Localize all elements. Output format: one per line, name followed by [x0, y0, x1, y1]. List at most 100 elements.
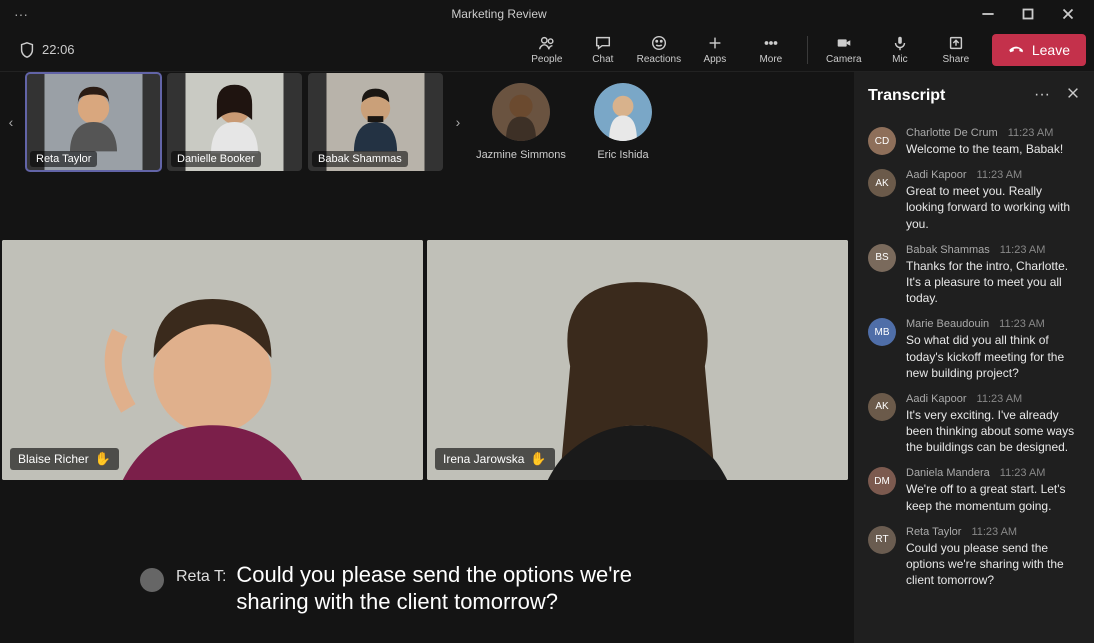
hand-raised-icon: ✋	[530, 451, 546, 467]
entry-speaker: Marie Beaudouin	[906, 318, 989, 330]
entry-text: So what did you all think of today's kic…	[906, 332, 1080, 381]
share-button[interactable]: Share	[928, 28, 984, 72]
entry-avatar-icon: BS	[868, 244, 896, 272]
ribbon-next-button[interactable]: ›	[449, 73, 467, 171]
toolbar-separator	[807, 36, 808, 64]
transcript-entry: CD Charlotte De Crum 11:23 AM Welcome to th…	[864, 121, 1084, 163]
chat-label: Chat	[592, 54, 613, 65]
caption-speaker: Reta T:	[176, 562, 226, 586]
avatar-icon	[492, 83, 550, 141]
caption-text: Could you please send the options we're …	[236, 562, 710, 615]
mic-button[interactable]: Mic	[872, 28, 928, 72]
participant-name: Reta Taylor	[30, 151, 97, 167]
reactions-icon	[650, 34, 668, 52]
more-button[interactable]: More	[743, 28, 799, 72]
transcript-close-button[interactable]	[1066, 86, 1080, 105]
entry-avatar-icon: AK	[868, 169, 896, 197]
participant-name: Blaise Richer	[18, 452, 89, 466]
camera-icon	[835, 34, 853, 52]
meeting-toolbar: 22:06 People Chat Reactions Apps More Ca…	[0, 28, 1094, 72]
entry-time: 11:23 AM	[1000, 467, 1046, 479]
ribbon-prev-button[interactable]: ‹	[2, 73, 20, 171]
leave-button[interactable]: Leave	[992, 34, 1086, 66]
apps-label: Apps	[703, 54, 726, 65]
share-label: Share	[943, 54, 970, 65]
apps-button[interactable]: Apps	[687, 28, 743, 72]
people-icon	[538, 34, 556, 52]
video-feed	[2, 240, 423, 480]
entry-speaker: Aadi Kapoor	[906, 169, 967, 181]
participant-name: Jazmine Simmons	[476, 149, 566, 161]
more-label: More	[759, 54, 782, 65]
entry-time: 11:23 AM	[1008, 127, 1054, 139]
entry-speaker: Daniela Mandera	[906, 467, 990, 479]
transcript-panel: Transcript ··· CD Charlotte De Crum 11:23 …	[854, 72, 1094, 643]
reactions-button[interactable]: Reactions	[631, 28, 687, 72]
chat-button[interactable]: Chat	[575, 28, 631, 72]
title-bar: ··· Marketing Review	[0, 0, 1094, 28]
participant-name: Irena Jarowska	[443, 452, 524, 466]
transcript-more-button[interactable]: ···	[1034, 86, 1050, 105]
maximize-button[interactable]	[1010, 2, 1046, 26]
participant-name: Babak Shammas	[312, 151, 408, 167]
leave-label: Leave	[1032, 42, 1070, 58]
entry-time: 11:23 AM	[977, 393, 1023, 405]
entry-text: Could you please send the options we're …	[906, 540, 1080, 589]
transcript-entry: AKAadi Kapoor11:23 AMGreat to meet you. …	[864, 163, 1084, 238]
meeting-timer: 22:06	[8, 41, 75, 59]
avatar-tile[interactable]: Jazmine Simmons	[473, 83, 569, 161]
participant-tile[interactable]: Danielle Booker	[167, 73, 302, 171]
apps-icon	[706, 34, 724, 52]
app-dots[interactable]: ···	[14, 6, 28, 22]
shield-icon	[18, 41, 36, 59]
live-caption: Reta T: Could you please send the option…	[0, 562, 850, 633]
main-stage: Blaise Richer ✋ Irena Jarowska ✋	[0, 240, 850, 480]
avatar-tile[interactable]: Eric Ishida	[575, 83, 671, 161]
camera-button[interactable]: Camera	[816, 28, 872, 72]
caption-avatar-icon	[140, 568, 164, 592]
transcript-entry: AK Aadi Kapoor 11:23 AM It's very exciting.…	[864, 387, 1084, 462]
more-icon	[762, 34, 780, 52]
minimize-button[interactable]	[970, 2, 1006, 26]
transcript-entry: DM Daniela Mandera 11:23 AM We're off to a …	[864, 461, 1084, 519]
avatar-icon	[594, 83, 652, 141]
transcript-entry: RTReta Taylor11:23 AMCould you please se…	[864, 520, 1084, 595]
reactions-label: Reactions	[637, 54, 681, 65]
video-label: Blaise Richer ✋	[10, 448, 119, 470]
participant-name: Danielle Booker	[171, 151, 261, 167]
participant-tile[interactable]: Reta Taylor	[26, 73, 161, 171]
transcript-entry: MB Marie Beaudouin 11:23 AM So what did you…	[864, 312, 1084, 387]
close-button[interactable]	[1050, 2, 1086, 26]
window-controls	[970, 2, 1086, 26]
timer-text: 22:06	[42, 42, 75, 57]
entry-time: 11:23 AM	[999, 318, 1045, 330]
entry-avatar-icon: RT	[868, 526, 896, 554]
entry-text: Thanks for the intro, Charlotte. It's a …	[906, 258, 1080, 307]
entry-text: It's very exciting. I've already been th…	[906, 407, 1080, 456]
hand-raised-icon: ✋	[95, 451, 111, 467]
entry-time: 11:23 AM	[1000, 244, 1046, 256]
entry-text: Welcome to the team, Babak!	[906, 141, 1080, 157]
entry-avatar-icon: CD	[868, 127, 896, 155]
entry-speaker: Charlotte De Crum	[906, 127, 998, 139]
people-label: People	[531, 54, 562, 65]
entry-speaker: Babak Shammas	[906, 244, 990, 256]
entry-time: 11:23 AM	[971, 526, 1017, 538]
title-left: ···	[8, 6, 28, 22]
entry-avatar-icon: MB	[868, 318, 896, 346]
entry-text: We're off to a great start. Let's keep t…	[906, 481, 1080, 513]
transcript-body[interactable]: CD Charlotte De Crum 11:23 AM Welcome to th…	[854, 115, 1094, 643]
transcript-title: Transcript	[868, 87, 945, 105]
mic-icon	[891, 34, 909, 52]
close-icon	[1066, 86, 1080, 100]
participant-tile[interactable]: Babak Shammas	[308, 73, 443, 171]
transcript-header: Transcript ···	[854, 72, 1094, 115]
video-label: Irena Jarowska ✋	[435, 448, 555, 470]
main-video-tile[interactable]: Blaise Richer ✋	[2, 240, 423, 480]
entry-avatar-icon: DM	[868, 467, 896, 495]
entry-avatar-icon: AK	[868, 393, 896, 421]
people-button[interactable]: People	[519, 28, 575, 72]
main-video-tile[interactable]: Irena Jarowska ✋	[427, 240, 848, 480]
entry-speaker: Aadi Kapoor	[906, 393, 967, 405]
camera-label: Camera	[826, 54, 862, 65]
